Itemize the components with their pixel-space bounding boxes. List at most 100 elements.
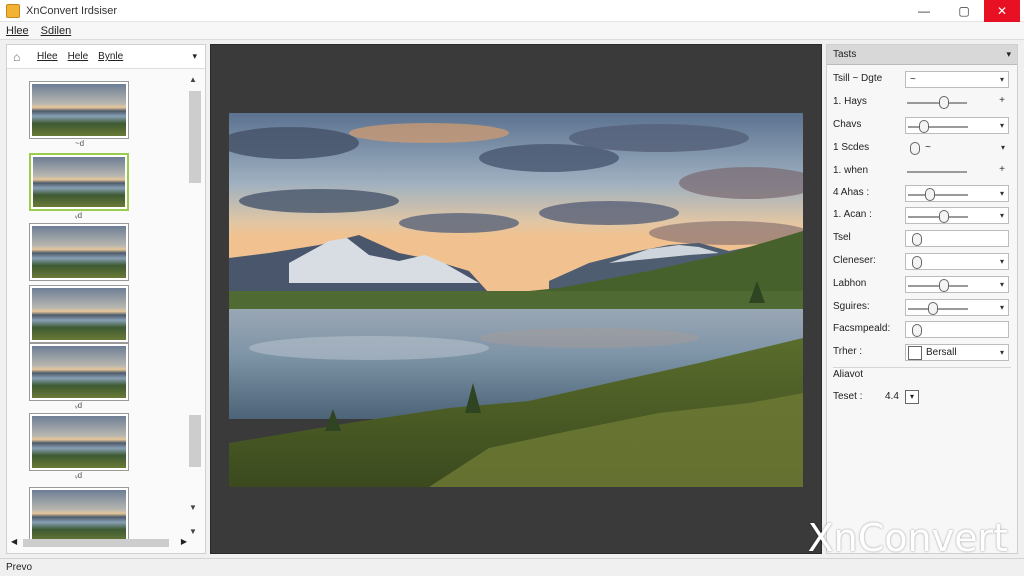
scroll-down-icon[interactable]: ▼	[189, 503, 197, 512]
thumbnail-panel: ⌂ Hlee Hele Bynle ▾ ~d ᵥd ᵥd ᵥd ▲ ▼ ▼ ◀ …	[6, 44, 206, 554]
chevron-down-icon: ▾	[999, 280, 1004, 289]
setting-row: 1. Acan : ▾	[827, 207, 1017, 225]
setting-label: 4 Ahas :	[833, 187, 870, 198]
minimize-button[interactable]: —	[904, 0, 944, 22]
slider-track	[908, 308, 968, 310]
slider-knob[interactable]	[924, 188, 935, 201]
scroll-thumb[interactable]	[189, 91, 201, 183]
chevron-down-icon[interactable]: ▾	[1006, 49, 1011, 60]
setting-textbox[interactable]	[905, 230, 1009, 247]
setting-slider-select[interactable]: ~ ▾	[905, 140, 1009, 157]
setting-slider[interactable]: +	[905, 163, 1009, 180]
slider-track	[907, 171, 967, 173]
slider-knob[interactable]	[919, 120, 930, 133]
thumbnail-3[interactable]	[29, 223, 129, 281]
setting-slider-select[interactable]: ▾	[905, 117, 1009, 134]
thumbnail-image	[33, 157, 125, 207]
plus-icon[interactable]: +	[999, 95, 1005, 106]
checkbox-icon[interactable]	[908, 346, 922, 360]
menu-item-edit[interactable]: Sdilen	[41, 25, 72, 37]
chevron-down-icon: ▾	[999, 121, 1004, 130]
slider-knob[interactable]	[927, 302, 938, 315]
settings-title: Tasts	[833, 49, 857, 60]
horizontal-scrollbar[interactable]: ◀ ▶	[11, 537, 187, 549]
chevron-down-icon: ▾	[999, 75, 1004, 84]
setting-slider-select[interactable]: ▾	[905, 207, 1009, 224]
slider-track	[908, 126, 968, 128]
thumbnail-list: ~d ᵥd ᵥd ᵥd	[7, 73, 187, 541]
setting-textbox[interactable]	[905, 321, 1009, 338]
setting-row: Sguires: ▾	[827, 299, 1017, 317]
setting-label: 1 Scdes	[833, 142, 870, 153]
scroll-up-icon[interactable]: ▲	[189, 75, 197, 84]
toolbar-link-1[interactable]: Hlee	[37, 51, 58, 62]
thumbnail-2[interactable]	[29, 153, 129, 211]
toolbar-link-2[interactable]: Hele	[68, 51, 89, 62]
scroll-down-icon-2[interactable]: ▼	[189, 527, 197, 536]
setting-slider-select[interactable]: ▾	[905, 299, 1009, 316]
setting-row: Chavs ▾	[827, 117, 1017, 135]
setting-row: 1. Hays +	[827, 94, 1017, 112]
input-knob-icon	[912, 324, 922, 337]
slider-knob[interactable]	[909, 142, 920, 155]
setting-label: Facsmpeald:	[833, 323, 891, 334]
select-value: Bersall	[926, 347, 957, 358]
thumbnail-image	[32, 288, 126, 340]
setting-slider-select[interactable]: ▾	[905, 185, 1009, 202]
setting-slider[interactable]: +	[905, 94, 1009, 111]
setting-select[interactable]: ~ ▾	[905, 71, 1009, 88]
chevron-down-icon: ▾	[999, 211, 1004, 220]
slider-knob[interactable]	[939, 96, 950, 109]
setting-row: Cleneser: ▾	[827, 253, 1017, 271]
setting-slider-select[interactable]: ▾	[905, 276, 1009, 293]
input-knob-icon	[912, 256, 922, 269]
thumbnail-5[interactable]	[29, 343, 129, 401]
setting-row: Labhon ▾	[827, 276, 1017, 294]
thumbnail-7[interactable]	[29, 487, 129, 541]
setting-label: Sguires:	[833, 301, 870, 312]
close-button[interactable]: ✕	[984, 0, 1020, 22]
dropdown-box[interactable]: ▾	[905, 390, 919, 404]
preview-image	[229, 113, 803, 487]
scroll-left-icon[interactable]: ◀	[11, 537, 17, 546]
plus-icon[interactable]: +	[999, 164, 1005, 175]
thumbnail-image	[32, 346, 126, 398]
scroll-right-icon[interactable]: ▶	[181, 537, 187, 546]
thumbnail-caption: ~d	[75, 139, 85, 148]
thumbnail-1[interactable]	[29, 81, 129, 139]
setting-label: Trher :	[833, 346, 863, 357]
thumbnail-caption: ᵥd	[75, 211, 83, 220]
menu-item-file[interactable]: Hlee	[6, 25, 29, 37]
thumbnail-caption: ᵥd	[75, 401, 83, 410]
setting-label: Labhon	[833, 278, 867, 289]
chevron-down-icon: ▾	[1000, 143, 1005, 152]
settings-panel: Tasts ▾ Tsill ~ Dgte ~ ▾ 1. Hays + Chavs…	[826, 44, 1018, 554]
thumbnail-image	[32, 226, 126, 278]
setting-row: 1 Scdes ~ ▾	[827, 140, 1017, 158]
chevron-down-icon[interactable]: ▾	[192, 51, 197, 62]
setting-select[interactable]: Bersall ▾	[905, 344, 1009, 361]
window-title: XnConvert Irdsiser	[26, 4, 118, 17]
slider-knob[interactable]	[938, 279, 949, 292]
scroll-thumb-lower[interactable]	[189, 415, 201, 467]
chevron-down-icon: ▾	[999, 189, 1004, 198]
home-icon[interactable]: ⌂	[13, 50, 27, 64]
setting-select[interactable]: ▾	[905, 253, 1009, 270]
setting-value: 4.4	[885, 391, 899, 402]
setting-row: Trher : Bersall ▾	[827, 344, 1017, 362]
app-icon	[6, 3, 20, 18]
setting-label: 1. Acan :	[833, 209, 872, 220]
toolbar-link-3[interactable]: Bynle	[98, 51, 123, 62]
slider-track	[908, 194, 968, 196]
thumbnail-toolbar: ⌂ Hlee Hele Bynle ▾	[7, 45, 205, 69]
chevron-down-icon: ▾	[999, 303, 1004, 312]
settings-header[interactable]: Tasts ▾	[827, 45, 1017, 65]
thumbnail-6[interactable]	[29, 413, 129, 471]
horizontal-scroll-thumb[interactable]	[23, 539, 169, 547]
slider-track	[907, 102, 967, 104]
vertical-scrollbar[interactable]: ▲ ▼ ▼	[187, 75, 201, 545]
maximize-button[interactable]: ▢	[944, 0, 984, 22]
thumbnail-4[interactable]	[29, 285, 129, 343]
slider-knob[interactable]	[938, 210, 949, 223]
status-text: Prevo	[6, 562, 33, 573]
